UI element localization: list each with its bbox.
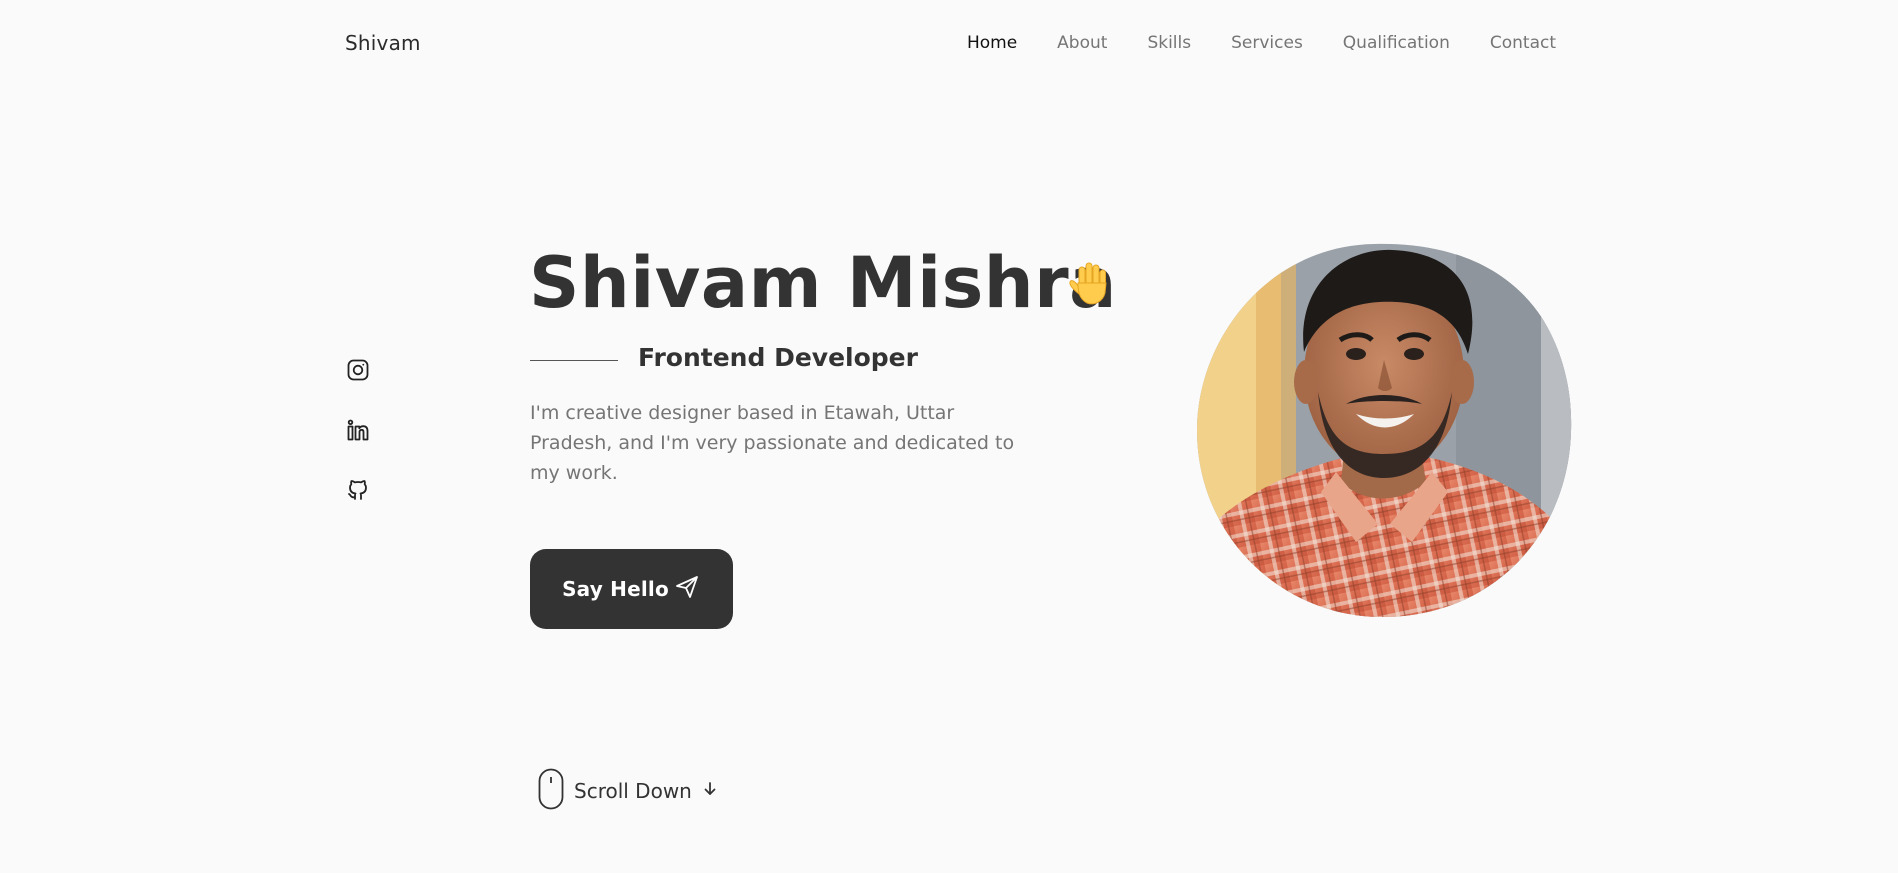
hero-description: I'm creative designer based in Etawah, U…	[530, 402, 1015, 484]
scroll-down-link[interactable]: Scroll Down	[538, 768, 718, 814]
main-nav: Home About Skills Services Qualification…	[967, 33, 1556, 53]
hero-name: Shivam Mishra	[529, 242, 1117, 324]
arrow-down-icon	[702, 781, 718, 801]
logo[interactable]: Shivam	[345, 31, 421, 55]
nav-contact[interactable]: Contact	[1490, 33, 1556, 53]
nav-qualification[interactable]: Qualification	[1343, 33, 1450, 53]
mouse-icon	[538, 768, 564, 814]
nav-skills[interactable]: Skills	[1147, 33, 1191, 53]
nav-about[interactable]: About	[1057, 33, 1107, 53]
subtitle-divider	[530, 360, 618, 361]
github-icon[interactable]	[346, 478, 370, 502]
nav-home[interactable]: Home	[967, 33, 1017, 53]
say-hello-button[interactable]: Say Hello	[530, 549, 733, 629]
home-page: Shivam Home About Skills Services Qualif…	[0, 0, 1898, 873]
instagram-icon[interactable]	[346, 358, 370, 382]
linkedin-icon[interactable]	[346, 418, 370, 442]
social-links	[346, 358, 370, 502]
send-icon	[673, 573, 701, 606]
scroll-down-label: Scroll Down	[574, 779, 692, 803]
hero-subtitle: Frontend Developer	[638, 343, 918, 372]
nav-services[interactable]: Services	[1231, 33, 1303, 53]
say-hello-label: Say Hello	[562, 577, 669, 601]
profile-photo	[1196, 242, 1572, 617]
waving-hand-icon	[1067, 259, 1117, 309]
